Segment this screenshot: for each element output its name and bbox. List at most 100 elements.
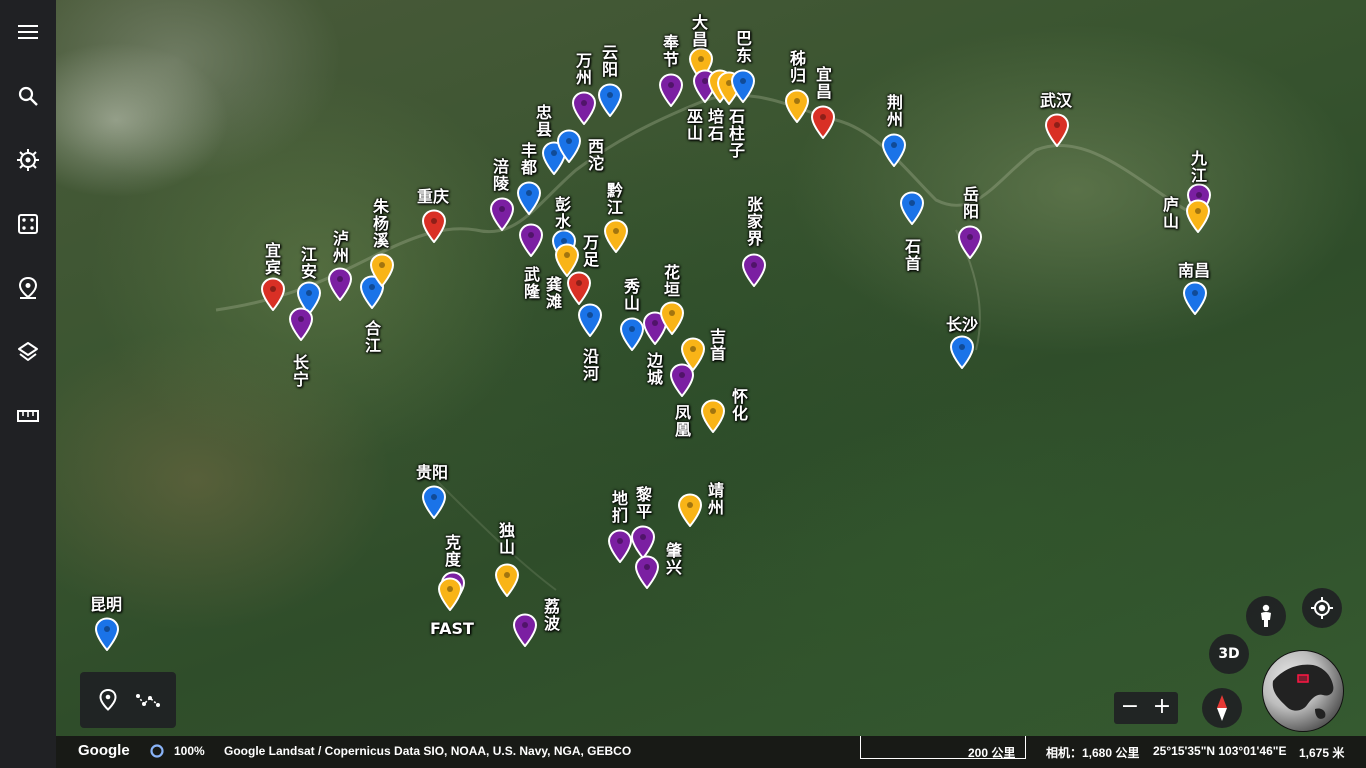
placemark-label: 怀化: [731, 387, 748, 423]
placemark-label: 贵阳: [416, 463, 449, 482]
placemark-label: 边城: [646, 351, 663, 387]
placemark-pin[interactable]: [957, 225, 983, 259]
placemark-pin[interactable]: [556, 129, 582, 163]
placemark-pin[interactable]: [659, 301, 685, 335]
placemark-pin[interactable]: [700, 399, 726, 433]
placemark-pin[interactable]: [1185, 199, 1211, 233]
placemark-label: 吉首: [709, 327, 726, 363]
placemark-label: 张家界: [746, 195, 763, 248]
placemark-label: 涪陵: [492, 157, 509, 193]
placemark-label: 彭水: [554, 195, 571, 231]
zoom-controls: − +: [1114, 692, 1178, 724]
placemark-pin[interactable]: [784, 89, 810, 123]
projects-icon[interactable]: [8, 268, 48, 308]
viewport-marker: [1297, 674, 1309, 683]
placemark-pin[interactable]: [437, 577, 463, 611]
placemark-label: 泸州: [332, 229, 349, 265]
placemark-pin[interactable]: [677, 493, 703, 527]
placemark-pin[interactable]: [421, 485, 447, 519]
placemark-label: 合江: [364, 319, 381, 355]
cursor-coordinates: 25°15'35"N 103°01'46"E: [1153, 744, 1287, 758]
placemark-label: 忠县: [535, 103, 552, 139]
placemark-pin[interactable]: [634, 555, 660, 589]
placemark-pin[interactable]: [597, 83, 623, 117]
camera-altitude: 相机：1,680 公里: [1046, 746, 1140, 760]
placemark-pin[interactable]: [949, 335, 975, 369]
status-bar: Google 100% Google Landsat / Copernicus …: [56, 736, 1366, 768]
placemark-label: 宜宾: [264, 241, 281, 277]
placemark-label: 巫山: [686, 107, 703, 143]
placemark-label: 大昌: [691, 13, 708, 49]
placemark-label: 西沱: [587, 137, 604, 173]
placemark-label: 武隆: [523, 265, 540, 301]
sidebar: [0, 0, 56, 768]
placemark-pin[interactable]: [741, 253, 767, 287]
placemark-label: 朱杨溪: [372, 197, 389, 250]
placemark-label: 云阳: [601, 43, 618, 79]
placemark-pin[interactable]: [669, 363, 695, 397]
placemark-pin[interactable]: [630, 525, 656, 559]
placemark-pin[interactable]: [421, 209, 447, 243]
placemark-pin[interactable]: [899, 191, 925, 225]
add-placemark-icon[interactable]: [92, 684, 124, 716]
placemark-pin[interactable]: [571, 91, 597, 125]
placemark-pin[interactable]: [603, 219, 629, 253]
placemark-label: 武汉: [1040, 91, 1073, 110]
map-style-icon[interactable]: [8, 332, 48, 372]
placemark-pin[interactable]: [494, 563, 520, 597]
globe-minimap[interactable]: [1262, 650, 1344, 732]
placemark-pin[interactable]: [577, 303, 603, 337]
my-location-icon[interactable]: [1302, 588, 1342, 628]
placemark-pin[interactable]: [1182, 281, 1208, 315]
placemark-pin[interactable]: [288, 307, 314, 341]
voyager-icon[interactable]: [8, 140, 48, 180]
placemark-pin[interactable]: [518, 223, 544, 257]
placemark-pin[interactable]: [260, 277, 286, 311]
placemark-pin[interactable]: [658, 73, 684, 107]
placemark-pin[interactable]: [489, 197, 515, 231]
placemark-label: 花垣: [663, 263, 680, 299]
placemark-label: 荔波: [543, 597, 560, 633]
placemark-pin[interactable]: [516, 181, 542, 215]
pegman-icon[interactable]: [1246, 596, 1286, 636]
placemark-label: 秀山: [623, 277, 640, 313]
placemark-label: 秭归: [789, 49, 806, 85]
placemark-label: 石首: [904, 237, 921, 273]
placemark-label: 宜昌: [815, 65, 832, 101]
menu-icon[interactable]: [8, 12, 48, 52]
data-credits[interactable]: Google Landsat / Copernicus Data SIO, NO…: [224, 744, 631, 758]
3d-toggle-button[interactable]: 3D: [1209, 634, 1249, 674]
placemark-label: 巴东: [735, 29, 752, 65]
compass-icon[interactable]: [1202, 688, 1242, 728]
placemark-label: 荆州: [886, 93, 903, 129]
placemark-pin[interactable]: [369, 253, 395, 287]
placemark-label: 江安: [300, 245, 317, 281]
placemark-label: 靖州: [707, 481, 724, 517]
loading-percent: 100%: [174, 744, 205, 758]
draw-path-icon[interactable]: [132, 684, 164, 716]
placemark-label: 九江: [1190, 149, 1207, 185]
placemark-pin[interactable]: [566, 271, 592, 305]
placemark-pin[interactable]: [730, 69, 756, 103]
placemark-label: 龚滩: [545, 275, 562, 311]
placemark-pin[interactable]: [1044, 113, 1070, 147]
placemark-pin[interactable]: [327, 267, 353, 301]
placemark-label: 黎平: [635, 485, 652, 521]
placemark-label: 地扪: [611, 489, 628, 525]
zoom-out-button[interactable]: −: [1114, 692, 1146, 724]
placemark-label: FAST: [430, 619, 474, 638]
measure-icon[interactable]: [8, 396, 48, 436]
search-icon[interactable]: [8, 76, 48, 116]
placemark-pin[interactable]: [512, 613, 538, 647]
placemark-label: 长沙: [946, 315, 979, 334]
zoom-in-button[interactable]: +: [1146, 692, 1178, 724]
placemark-label: 南昌: [1178, 261, 1211, 280]
feeling-lucky-icon[interactable]: [8, 204, 48, 244]
placemark-pin[interactable]: [94, 617, 120, 651]
placemark-pin[interactable]: [881, 133, 907, 167]
placemark-label: 丰都: [520, 141, 537, 177]
placemark-pin[interactable]: [810, 105, 836, 139]
placemark-label: 培石: [707, 107, 724, 143]
placemark-label: 独山: [498, 521, 515, 557]
placemark-label: 克度: [444, 533, 461, 569]
